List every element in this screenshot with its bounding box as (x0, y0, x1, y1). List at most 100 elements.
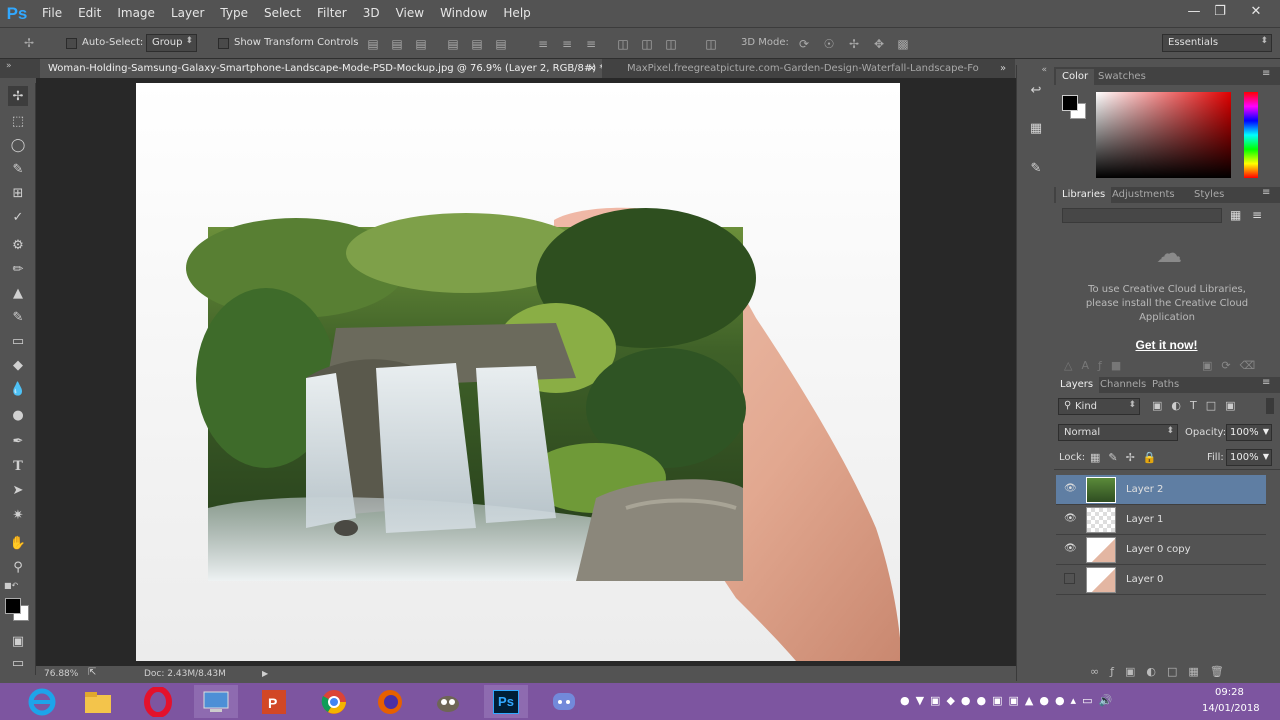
align-bottom-icon[interactable]: ▤ (414, 37, 428, 51)
tab-layers[interactable]: Layers (1054, 377, 1100, 393)
healing-brush-icon[interactable]: ⚙ (8, 235, 28, 255)
tab-channels[interactable]: Channels (1094, 377, 1152, 393)
layer-row-layer-0[interactable]: Layer 0 (1056, 565, 1266, 595)
tab-libraries[interactable]: Libraries (1056, 187, 1112, 203)
file-explorer-icon[interactable] (76, 685, 120, 718)
distribute-vcenter-icon[interactable]: ≡ (560, 37, 574, 51)
pen-tool-icon[interactable]: ✒ (8, 431, 28, 451)
panel-collapse-icon[interactable]: » (0, 59, 40, 78)
properties-panel-icon[interactable]: ▦ (1027, 121, 1045, 139)
system-tray-icons[interactable]: ●▼▣◆●●▣▣▲●●▴▭🔊 (900, 694, 1118, 707)
visibility-toggle[interactable] (1064, 573, 1075, 584)
distribute-bottom-icon[interactable]: ≡ (584, 37, 598, 51)
panel-menu-icon[interactable]: ≡ (1262, 68, 1270, 79)
canvas-area[interactable] (36, 78, 1016, 666)
screen-mode-icon[interactable]: ▭ (8, 653, 28, 673)
discord-icon[interactable] (542, 685, 586, 718)
menu-window[interactable]: Window (432, 0, 495, 27)
3d-slide-icon[interactable]: ✥ (872, 37, 886, 51)
close-icon[interactable]: ✕ (1239, 0, 1273, 22)
network-app-icon[interactable] (194, 685, 238, 718)
tab-styles[interactable]: Styles (1188, 187, 1230, 203)
align-right-icon[interactable]: ▤ (494, 37, 508, 51)
align-left-icon[interactable]: ▤ (446, 37, 460, 51)
clock-time[interactable]: 09:28 (1215, 687, 1244, 698)
powerpoint-icon[interactable]: P (252, 685, 296, 718)
menu-file[interactable]: File (34, 0, 70, 27)
color-spectrum-field[interactable] (1096, 92, 1231, 178)
history-panel-icon[interactable]: ↩ (1027, 83, 1045, 101)
align-hcenter-icon[interactable]: ▤ (470, 37, 484, 51)
3d-pan-icon[interactable]: ✢ (847, 37, 861, 51)
fill-field[interactable]: 100% ▼ (1226, 449, 1272, 466)
3d-scale-icon[interactable]: ▩ (896, 37, 910, 51)
layer-row-layer-1[interactable]: 👁 Layer 1 (1056, 505, 1266, 535)
layers-footer-icons[interactable]: ∞ƒ▣◐□▦🗑 (1090, 665, 1235, 678)
tab-overflow-icon[interactable]: » (992, 59, 1012, 78)
crop-tool-icon[interactable]: ⊞ (8, 183, 28, 203)
firefox-icon[interactable] (368, 685, 412, 718)
distribute-top-icon[interactable]: ≡ (536, 37, 550, 51)
get-it-now-link[interactable]: Get it now! (1114, 338, 1219, 352)
auto-align-icon[interactable]: ◫ (704, 37, 718, 51)
clock-date[interactable]: 14/01/2018 (1202, 703, 1260, 714)
workspace-dropdown[interactable]: Essentials (1162, 34, 1272, 52)
type-tool-icon[interactable]: T (8, 456, 28, 476)
menu-select[interactable]: Select (256, 0, 309, 27)
zoom-level[interactable]: 76.88% (44, 669, 78, 679)
tab-swatches[interactable]: Swatches (1092, 69, 1152, 85)
export-icon[interactable]: ⇱ (88, 667, 96, 678)
panel-menu-icon[interactable]: ≡ (1262, 187, 1270, 198)
auto-select-dropdown[interactable]: Group (146, 34, 197, 52)
brush-tool-icon[interactable]: ✏ (8, 259, 28, 279)
paint-bucket-icon[interactable]: ◆ (8, 355, 28, 375)
tab-close-icon[interactable]: × (588, 59, 596, 78)
3d-orbit-icon[interactable]: ⟳ (797, 37, 811, 51)
opacity-field[interactable]: 100% ▼ (1226, 424, 1272, 441)
tab-adjustments[interactable]: Adjustments (1106, 187, 1181, 203)
dodge-tool-icon[interactable]: ● (8, 405, 28, 425)
menu-edit[interactable]: Edit (70, 0, 109, 27)
opera-icon[interactable] (136, 685, 180, 718)
eraser-tool-icon[interactable]: ▭ (8, 331, 28, 351)
document-canvas[interactable] (36, 78, 1016, 666)
default-colors-icon[interactable]: ■↶ (4, 581, 18, 590)
gimp-icon[interactable] (426, 685, 470, 718)
menu-view[interactable]: View (388, 0, 432, 27)
menu-image[interactable]: Image (109, 0, 163, 27)
layer-name[interactable]: Layer 2 (1126, 484, 1163, 495)
strip-collapse-icon[interactable]: « (1023, 65, 1047, 75)
layer-name[interactable]: Layer 1 (1126, 514, 1163, 525)
quick-mask-icon[interactable]: ▣ (8, 631, 28, 651)
tab-color[interactable]: Color (1056, 69, 1095, 85)
library-select[interactable] (1062, 208, 1222, 223)
menu-type[interactable]: Type (212, 0, 256, 27)
filter-toggle[interactable] (1266, 398, 1274, 414)
layer-row-layer-0-copy[interactable]: 👁 Layer 0 copy (1056, 535, 1266, 565)
zoom-tool-icon[interactable]: ⚲ (8, 557, 28, 577)
menu-help[interactable]: Help (495, 0, 538, 27)
layer-row-layer-2[interactable]: 👁 Layer 2 (1056, 475, 1266, 505)
align-top-icon[interactable]: ▤ (366, 37, 380, 51)
tab-active-document[interactable]: Woman-Holding-Samsung-Galaxy-Smartphone-… (40, 59, 602, 78)
layer-filter-icons[interactable]: ▣◐T□▣ (1152, 399, 1245, 412)
menu-filter[interactable]: Filter (309, 0, 355, 27)
distribute-left-icon[interactable]: ◫ (616, 37, 630, 51)
visibility-eye-icon[interactable]: 👁 (1064, 483, 1077, 495)
layer-name[interactable]: Layer 0 copy (1126, 544, 1190, 555)
quick-selection-icon[interactable]: ✎ (8, 159, 28, 179)
character-panel-icon[interactable]: ✎ (1027, 161, 1045, 179)
show-transform-checkbox[interactable] (218, 38, 229, 49)
lock-icons[interactable]: ▦✎✢🔒 (1090, 451, 1165, 464)
restore-icon[interactable]: ❐ (1203, 0, 1237, 22)
tab-waterfall-document[interactable]: MaxPixel.freegreatpicture.com-Garden-Des… (619, 59, 979, 78)
panel-menu-icon[interactable]: ≡ (1262, 377, 1270, 388)
marquee-tool-icon[interactable]: ⬚ (8, 111, 28, 131)
internet-explorer-icon[interactable] (20, 685, 64, 718)
visibility-eye-icon[interactable]: 👁 (1064, 513, 1077, 525)
path-selection-icon[interactable]: ➤ (8, 480, 28, 500)
3d-roll-icon[interactable]: ☉ (822, 37, 836, 51)
clone-stamp-icon[interactable]: ▲ (8, 283, 28, 303)
auto-select-checkbox[interactable] (66, 38, 77, 49)
chrome-icon[interactable] (312, 685, 356, 718)
